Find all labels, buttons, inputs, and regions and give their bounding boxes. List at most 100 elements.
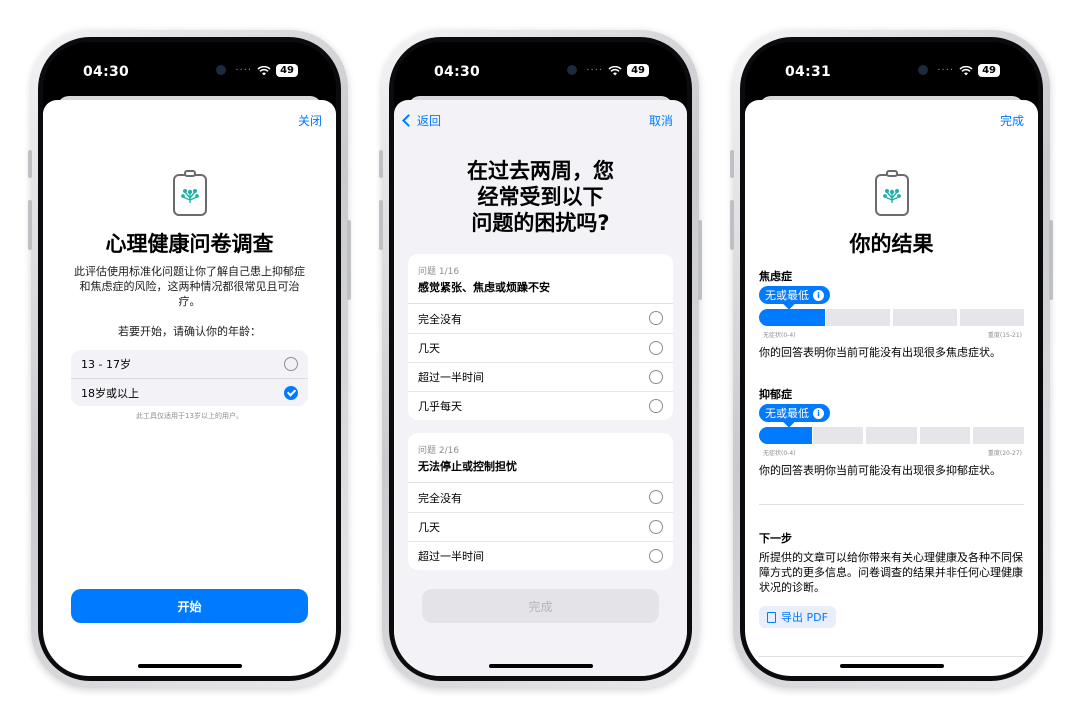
question-text: 无法停止或控制担忧 xyxy=(418,460,517,473)
done-button[interactable]: 完成 xyxy=(422,589,659,623)
camera-icon xyxy=(215,65,226,75)
divider xyxy=(759,504,1024,505)
answer-label: 几天 xyxy=(418,342,440,355)
page-title: 心理健康问卷调查 xyxy=(105,232,274,256)
anxiety-score-fill xyxy=(759,309,826,326)
answer-label: 完全没有 xyxy=(418,312,462,326)
camera-icon xyxy=(917,65,928,75)
done-button[interactable]: 完成 xyxy=(1000,112,1024,129)
chevron-left-icon xyxy=(402,114,415,127)
question-card-2: 问题 2/16 无法停止或控制担忧 完全没有 几天 超过一半时间 xyxy=(408,433,673,570)
battery-icon: 49 xyxy=(627,64,649,77)
heading-line: 经常受到以下 xyxy=(477,185,604,209)
status-bar: 04:30 ···· 49 xyxy=(43,42,336,90)
silent-switch xyxy=(730,150,734,178)
radio-unchecked-icon[interactable] xyxy=(284,357,298,371)
home-indicator[interactable] xyxy=(839,664,944,668)
answer-label: 超过一半时间 xyxy=(418,371,484,384)
anxiety-low-label: 无症状(0-4) xyxy=(763,332,796,339)
signal-icon: ···· xyxy=(586,65,604,76)
anxiety-level-badge[interactable]: 无或最低 i xyxy=(759,286,830,304)
wifi-icon xyxy=(608,65,622,75)
camera-icon xyxy=(566,65,577,75)
answer-label: 超过一半时间 xyxy=(418,550,484,563)
depression-heading: 抑郁症 xyxy=(759,388,792,401)
answer-option[interactable]: 几乎每天 xyxy=(408,391,673,420)
depression-low-label: 无症状(0-4) xyxy=(763,450,796,457)
answer-option[interactable]: 完全没有 xyxy=(408,483,673,512)
intro-sheet: 关闭 心理健康问卷调查 此评估使用标准化问题让你了解自己患上抑郁症和焦虑症的风险… xyxy=(43,100,336,676)
question-text: 感觉紧张、焦虑或烦躁不安 xyxy=(418,281,550,294)
divider xyxy=(759,656,1024,657)
info-icon[interactable]: i xyxy=(813,289,824,301)
screen: 04:30 ···· 49 关闭 心理健康问卷调查 此评估使用标准化问题让你了解… xyxy=(43,42,336,676)
close-button[interactable]: 关闭 xyxy=(298,112,322,129)
phone-results: 04:31 ···· 49 完成 你的结果 焦虑症 无或最低 i 无症状(0-4… xyxy=(730,30,1053,688)
heading-line: 在过去两周，您 xyxy=(467,159,614,183)
age-options: 13 - 17岁 18岁或以上 xyxy=(71,350,308,406)
answer-option[interactable]: 完全没有 xyxy=(408,304,673,333)
home-indicator[interactable] xyxy=(137,664,242,668)
signal-icon: ···· xyxy=(937,65,955,76)
cancel-button[interactable]: 取消 xyxy=(649,112,673,129)
radio-unchecked-icon[interactable] xyxy=(649,399,663,413)
age-prompt: 若要开始，请确认你的年龄： xyxy=(118,325,261,338)
results-title: 你的结果 xyxy=(849,232,934,256)
age-option-18-plus[interactable]: 18岁或以上 xyxy=(71,378,308,406)
question-card-1: 问题 1/16 感觉紧张、焦虑或烦躁不安 完全没有 几天 超过一半时间 几乎每天 xyxy=(408,254,673,420)
anxiety-heading: 焦虑症 xyxy=(759,270,792,283)
clipboard-icon xyxy=(172,170,207,216)
radio-unchecked-icon[interactable] xyxy=(649,311,663,325)
signal-icon: ···· xyxy=(235,65,253,76)
volume-up-button xyxy=(28,200,32,250)
results-sheet: 完成 你的结果 焦虑症 无或最低 i 无症状(0-4) 重度(15-21) 你的… xyxy=(745,100,1038,676)
info-icon[interactable]: i xyxy=(813,407,824,419)
answer-label: 几乎每天 xyxy=(418,400,462,413)
questionnaire-sheet: 返回 取消 在过去两周，您 经常受到以下 问题的困扰吗? 问题 1/16 感觉紧… xyxy=(394,100,687,676)
radio-unchecked-icon[interactable] xyxy=(649,341,663,355)
depression-score-fill xyxy=(759,427,812,444)
phone-intro: 04:30 ···· 49 关闭 心理健康问卷调查 此评估使用标准化问题让你了解… xyxy=(28,30,351,688)
status-bar: 04:30 ···· 49 xyxy=(394,42,687,90)
power-button xyxy=(698,220,702,300)
heading-line: 问题的困扰吗? xyxy=(471,211,610,235)
anxiety-description: 你的回答表明你当前可能没有出现很多焦虑症状。 xyxy=(759,346,1001,359)
answer-label: 几天 xyxy=(418,521,440,534)
silent-switch xyxy=(28,150,32,178)
back-button[interactable]: 返回 xyxy=(402,112,441,129)
export-pdf-label: 导出 PDF xyxy=(781,611,828,624)
question-number: 问题 1/16 xyxy=(418,267,460,277)
dynamic-island xyxy=(841,55,942,85)
age-option-label: 18岁或以上 xyxy=(81,386,139,400)
volume-up-button xyxy=(379,200,383,250)
status-time: 04:30 xyxy=(434,64,481,80)
age-note: 此工具仅适用于13岁以上的用户。 xyxy=(136,412,243,420)
radio-unchecked-icon[interactable] xyxy=(649,370,663,384)
depression-high-label: 重度(20-27) xyxy=(987,450,1022,457)
age-option-13-17[interactable]: 13 - 17岁 xyxy=(71,350,308,378)
dynamic-island xyxy=(490,55,591,85)
answer-option[interactable]: 超过一半时间 xyxy=(408,362,673,391)
depression-level-badge[interactable]: 无或最低 i xyxy=(759,404,830,422)
radio-unchecked-icon[interactable] xyxy=(649,520,663,534)
status-bar: 04:31 ···· 49 xyxy=(745,42,1038,90)
document-icon xyxy=(767,611,776,623)
silent-switch xyxy=(379,150,383,178)
answer-option[interactable]: 几天 xyxy=(408,333,673,362)
radio-unchecked-icon[interactable] xyxy=(649,549,663,563)
home-indicator[interactable] xyxy=(488,664,593,668)
radio-unchecked-icon[interactable] xyxy=(649,490,663,504)
radio-checked-icon[interactable] xyxy=(284,386,298,400)
start-button[interactable]: 开始 xyxy=(71,589,308,623)
wifi-icon xyxy=(959,65,973,75)
question-heading: 在过去两周，您 经常受到以下 问题的困扰吗? xyxy=(394,158,687,236)
anxiety-high-label: 重度(15-21) xyxy=(987,332,1022,339)
screen: 04:30 ···· 49 返回 取消 在过去两周，您 经常受到以下 问题的困扰… xyxy=(394,42,687,676)
dynamic-island xyxy=(139,55,240,85)
battery-icon: 49 xyxy=(978,64,1000,77)
status-time: 04:30 xyxy=(83,64,130,80)
badge-label: 无或最低 xyxy=(765,407,809,420)
export-pdf-button[interactable]: 导出 PDF xyxy=(759,606,836,628)
answer-option[interactable]: 几天 xyxy=(408,512,673,541)
power-button xyxy=(1049,220,1053,300)
